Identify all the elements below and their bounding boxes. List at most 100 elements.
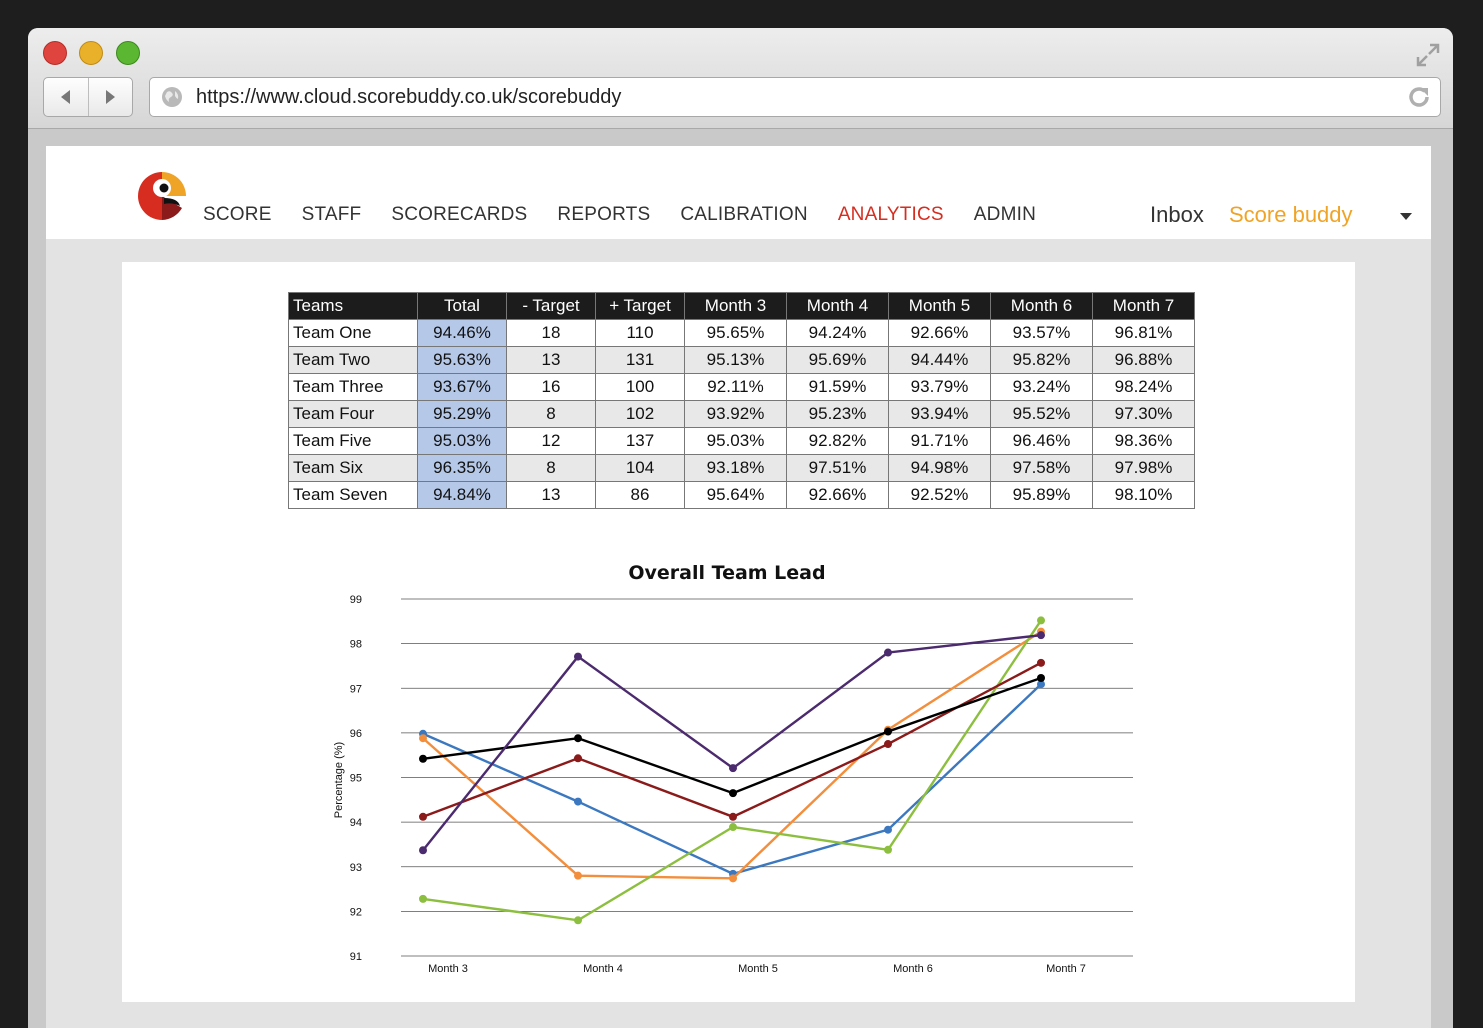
y-tick-label: 95 <box>350 773 362 785</box>
data-point <box>729 823 737 832</box>
browser-titlebar: https://www.cloud.scorebuddy.co.uk/score… <box>28 28 1453 129</box>
data-point <box>729 789 737 798</box>
table-cell: 18 <box>506 319 596 347</box>
table-cell: 94.46% <box>417 319 507 347</box>
x-tick-label: Month 3 <box>428 963 468 975</box>
nav-item-staff[interactable]: STAFF <box>302 204 362 226</box>
nav-item-calibration[interactable]: CALIBRATION <box>680 204 807 226</box>
zoom-window-button[interactable] <box>116 41 140 65</box>
table-cell: 93.94% <box>888 400 991 428</box>
data-point <box>419 894 427 903</box>
table-header-row: Teams Total - Target + Target Month 3 Month 4… <box>288 292 1195 320</box>
forward-button[interactable] <box>87 78 133 116</box>
nav-item-scorecards[interactable]: SCORECARDS <box>391 204 527 226</box>
table-cell: 86 <box>595 481 685 509</box>
table-cell: 97.98% <box>1092 454 1195 482</box>
globe-icon <box>162 87 182 107</box>
data-point <box>419 754 427 763</box>
x-tick-label: Month 6 <box>893 963 933 975</box>
chart-gridlines <box>401 598 1133 957</box>
reload-icon[interactable] <box>1406 84 1432 110</box>
nav-item-reports[interactable]: REPORTS <box>557 204 650 226</box>
data-point <box>729 764 737 773</box>
column-header[interactable]: + Target <box>595 292 685 320</box>
close-window-button[interactable] <box>43 41 67 65</box>
minimize-window-button[interactable] <box>79 41 103 65</box>
back-arrow-icon <box>60 90 70 104</box>
data-point <box>574 734 582 743</box>
table-cell: 93.24% <box>990 373 1093 401</box>
column-header[interactable]: - Target <box>506 292 596 320</box>
column-header[interactable]: Teams <box>288 292 418 320</box>
table-cell: 8 <box>506 400 596 428</box>
data-point <box>419 812 427 821</box>
table-cell: 102 <box>595 400 685 428</box>
data-point <box>574 754 582 763</box>
table-cell: 95.03% <box>417 427 507 455</box>
y-tick-label: 91 <box>350 951 362 963</box>
table-cell: 95.13% <box>684 346 787 374</box>
table-cell: 92.82% <box>786 427 889 455</box>
back-button[interactable] <box>44 78 88 116</box>
column-header[interactable]: Month 4 <box>786 292 889 320</box>
app-header: SCORE STAFF SCORECARDS REPORTS CALIBRATION AN… <box>46 146 1431 239</box>
team-scores-table: Teams Total - Target + Target Month 3 Month 4… <box>288 292 1195 509</box>
data-point <box>1037 658 1045 667</box>
data-point <box>884 648 892 657</box>
nav-item-analytics[interactable]: ANALYTICS <box>838 204 944 226</box>
scorebuddy-parrot-logo[interactable] <box>134 168 190 224</box>
inbox-link[interactable]: Inbox <box>1150 202 1204 228</box>
x-tick-label: Month 7 <box>1046 963 1086 975</box>
data-point <box>419 846 427 855</box>
table-cell: 93.57% <box>990 319 1093 347</box>
chevron-down-icon[interactable] <box>1400 213 1412 220</box>
table-cell: 94.98% <box>888 454 991 482</box>
table-cell: 110 <box>595 319 685 347</box>
data-point <box>884 740 892 749</box>
table-cell: 94.84% <box>417 481 507 509</box>
table-cell: 93.92% <box>684 400 787 428</box>
table-cell: 12 <box>506 427 596 455</box>
address-bar[interactable]: https://www.cloud.scorebuddy.co.uk/score… <box>149 77 1441 117</box>
data-point <box>574 871 582 880</box>
table-cell: 96.46% <box>990 427 1093 455</box>
y-tick-label: 98 <box>350 639 362 651</box>
column-header[interactable]: Month 7 <box>1092 292 1195 320</box>
main-menu: SCORE STAFF SCORECARDS REPORTS CALIBRATION AN… <box>203 204 1066 226</box>
table-row: Team One 94.46% 18 110 95.65% 94.24% 92.66% 93.… <box>288 319 1195 347</box>
table-cell: 95.23% <box>786 400 889 428</box>
column-header[interactable]: Month 3 <box>684 292 787 320</box>
y-tick-label: 93 <box>350 862 362 874</box>
table-cell: 95.52% <box>990 400 1093 428</box>
team-name-cell: Team Three <box>288 373 418 401</box>
column-header[interactable]: Total <box>417 292 507 320</box>
data-point <box>884 727 892 736</box>
table-cell: 92.66% <box>786 481 889 509</box>
data-point <box>574 916 582 925</box>
page-viewport: SCORE STAFF SCORECARDS REPORTS CALIBRATION AN… <box>46 146 1431 1028</box>
table-cell: 93.79% <box>888 373 991 401</box>
table-cell: 97.58% <box>990 454 1093 482</box>
table-cell: 97.51% <box>786 454 889 482</box>
table-cell: 100 <box>595 373 685 401</box>
table-cell: 16 <box>506 373 596 401</box>
chart-title: Overall Team Lead <box>628 562 825 584</box>
table-cell: 96.81% <box>1092 319 1195 347</box>
chart-x-ticks: Month 3 Month 4 Month 5 Month 6 Month 7 <box>428 963 1086 975</box>
fullscreen-icon[interactable] <box>1415 42 1441 68</box>
table-cell: 92.11% <box>684 373 787 401</box>
table-row: Team Six 96.35% 8 104 93.18% 97.51% 94.98% 97.5… <box>288 454 1195 482</box>
table-cell: 93.18% <box>684 454 787 482</box>
nav-item-admin[interactable]: ADMIN <box>974 204 1036 226</box>
nav-item-score[interactable]: SCORE <box>203 204 272 226</box>
table-cell: 94.24% <box>786 319 889 347</box>
column-header[interactable]: Month 5 <box>888 292 991 320</box>
column-header[interactable]: Month 6 <box>990 292 1093 320</box>
team-name-cell: Team One <box>288 319 418 347</box>
url-text[interactable]: https://www.cloud.scorebuddy.co.uk/score… <box>196 86 621 109</box>
user-menu[interactable]: Score buddy <box>1229 202 1353 228</box>
table-cell: 95.65% <box>684 319 787 347</box>
team-name-cell: Team Six <box>288 454 418 482</box>
table-cell: 91.59% <box>786 373 889 401</box>
y-tick-label: 94 <box>350 817 362 829</box>
